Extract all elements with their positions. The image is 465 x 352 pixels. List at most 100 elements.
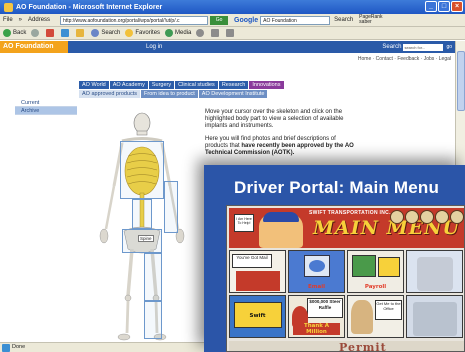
subtab-idea-to-product[interactable]: From idea to product bbox=[141, 90, 198, 98]
menu-bar: File » Address http://www.aofoundation.o… bbox=[0, 14, 465, 27]
ao-search-go[interactable]: go bbox=[446, 44, 452, 50]
search-button[interactable]: Search bbox=[91, 29, 120, 37]
zone-spine[interactable] bbox=[132, 199, 152, 229]
menu-tiles: You've Got Mail Email Payroll Swift $000… bbox=[229, 250, 464, 340]
window-title: AO Foundation - Microsoft Internet Explo… bbox=[16, 3, 163, 11]
tile-swift-label: Swift bbox=[249, 313, 266, 319]
zone-tibia[interactable] bbox=[144, 301, 162, 339]
main-menu-banner: I Am Here To Help! SWIFT TRANSPORTATION … bbox=[229, 208, 464, 248]
ao-search: Search search for... go bbox=[382, 43, 452, 51]
back-button[interactable]: Back bbox=[3, 29, 26, 37]
truck-cab-icon bbox=[236, 271, 280, 291]
home-icon bbox=[76, 29, 85, 37]
home-button[interactable] bbox=[76, 29, 86, 37]
history-button[interactable] bbox=[196, 29, 206, 37]
zone-arm-right[interactable] bbox=[164, 181, 178, 233]
intro-paragraph-1: Move your cursor over the skeleton and c… bbox=[205, 109, 344, 129]
driver-mascot-icon bbox=[259, 212, 303, 248]
menu-bottom-strip: Permit bbox=[229, 341, 464, 351]
address-label: Address bbox=[28, 17, 51, 23]
forward-arrow-icon bbox=[31, 29, 40, 37]
back-label: Back bbox=[13, 30, 27, 36]
tile-photo-2[interactable] bbox=[406, 295, 463, 338]
tile-driver-photo[interactable] bbox=[406, 250, 463, 293]
google-search-button[interactable]: Search bbox=[334, 17, 353, 23]
go-button[interactable]: Go bbox=[210, 15, 229, 25]
scroll-thumb[interactable] bbox=[457, 51, 465, 111]
tile-mail-notice[interactable]: You've Got Mail bbox=[229, 250, 286, 293]
search-label: Search bbox=[101, 30, 121, 36]
media-label: Media bbox=[175, 30, 192, 36]
money-bag-icon bbox=[352, 255, 376, 277]
permit-label[interactable]: Permit bbox=[339, 341, 387, 351]
favorites-button[interactable]: Favorites bbox=[125, 29, 160, 37]
ao-main-tabs: AO World AO Academy Surgery Clinical stu… bbox=[79, 81, 285, 89]
mail-icon bbox=[211, 29, 220, 37]
tab-ao-academy[interactable]: AO Academy bbox=[109, 81, 148, 89]
tab-clinical-studies[interactable]: Clinical studies bbox=[175, 81, 218, 89]
refresh-icon bbox=[61, 29, 70, 37]
menu-chevron[interactable]: » bbox=[19, 17, 22, 23]
tile-email-label: Email bbox=[308, 284, 325, 290]
crew-face-icon bbox=[405, 210, 419, 224]
google-logo: Google bbox=[234, 16, 259, 24]
login-link[interactable]: Log in bbox=[146, 44, 162, 50]
skeleton-map[interactable]: Spine bbox=[92, 111, 192, 341]
print-icon bbox=[226, 29, 235, 37]
history-icon bbox=[196, 29, 205, 37]
crew-face-icon bbox=[390, 210, 404, 224]
zone-femur[interactable] bbox=[144, 253, 162, 301]
back-arrow-icon bbox=[3, 29, 11, 37]
tab-ao-world[interactable]: AO World bbox=[79, 81, 109, 89]
crew-face-icon bbox=[450, 210, 464, 224]
subtab-development-institute[interactable]: AO Development Institute bbox=[198, 90, 268, 98]
mail-notice-caption: You've Got Mail bbox=[232, 254, 272, 268]
ie-icon bbox=[4, 2, 13, 12]
ao-top-links[interactable]: Home · Contact · Feedback · Jobs · Legal bbox=[358, 56, 451, 62]
tile-thank-a-million[interactable]: $000,000 Steer Raffle Thank A Million bbox=[288, 295, 345, 338]
tile-office[interactable]: Get Me to the Office bbox=[347, 295, 404, 338]
sidenav-current[interactable]: Current bbox=[15, 99, 77, 107]
pagerank-sub: saber bbox=[359, 19, 372, 25]
ao-sub-tabs: AO approved products From idea to produc… bbox=[79, 90, 268, 98]
photo-icon bbox=[413, 302, 457, 336]
window-controls: _ □ × bbox=[425, 1, 463, 12]
tab-research[interactable]: Research bbox=[218, 81, 249, 89]
close-button[interactable]: × bbox=[451, 1, 463, 12]
ao-logo[interactable]: AO Foundation bbox=[0, 41, 68, 53]
driver-portal-window: Driver Portal: Main Menu I Am Here To He… bbox=[204, 165, 465, 352]
banner-company: SWIFT TRANSPORTATION INC. bbox=[309, 210, 391, 216]
address-bar: http://www.aofoundation.org/portal/wps/p… bbox=[60, 15, 229, 25]
sidenav-archive[interactable]: Archive bbox=[15, 107, 77, 115]
media-button[interactable]: Media bbox=[165, 29, 191, 37]
address-input[interactable]: http://www.aofoundation.org/portal/wps/p… bbox=[60, 15, 209, 25]
maximize-button[interactable]: □ bbox=[438, 1, 450, 12]
tile-payroll-label: Payroll bbox=[364, 284, 387, 290]
tab-surgery[interactable]: Surgery bbox=[148, 81, 175, 89]
cash-icon bbox=[378, 257, 400, 277]
zone-thorax[interactable] bbox=[120, 141, 164, 199]
at-icon bbox=[309, 260, 325, 272]
print-button[interactable] bbox=[226, 29, 236, 37]
refresh-button[interactable] bbox=[61, 29, 71, 37]
forward-button[interactable] bbox=[31, 29, 41, 37]
mail-button[interactable] bbox=[211, 29, 221, 37]
search-icon bbox=[91, 29, 100, 37]
tile-email[interactable]: Email bbox=[288, 250, 345, 293]
tile-swift[interactable]: Swift bbox=[229, 295, 286, 338]
ao-sidenav: Current Archive bbox=[15, 99, 77, 115]
subtab-approved-products[interactable]: AO approved products bbox=[79, 90, 141, 98]
google-search-input[interactable]: AO Foundation bbox=[260, 15, 331, 25]
menu-file[interactable]: File bbox=[3, 17, 13, 23]
status-text: Done bbox=[12, 344, 26, 350]
browser-toolbar: Back Search Favorites Media bbox=[0, 27, 465, 40]
minimize-button[interactable]: _ bbox=[425, 1, 437, 12]
ao-search-input[interactable]: search for... bbox=[403, 43, 444, 51]
stop-button[interactable] bbox=[46, 29, 56, 37]
media-icon bbox=[165, 29, 174, 37]
pagerank-indicator: PageRank saber bbox=[359, 15, 382, 25]
tile-payroll[interactable]: Payroll bbox=[347, 250, 404, 293]
tab-innovations[interactable]: Innovations bbox=[249, 81, 284, 89]
raffle-caption: $000,000 Steer Raffle bbox=[307, 298, 343, 318]
browser-titlebar[interactable]: AO Foundation - Microsoft Internet Explo… bbox=[0, 0, 465, 14]
